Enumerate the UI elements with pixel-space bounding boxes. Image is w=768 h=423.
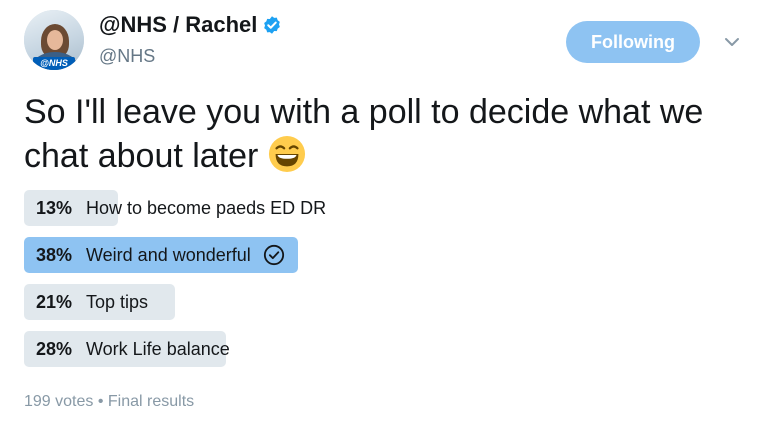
poll-option-label: How to become paeds ED DR xyxy=(86,197,327,218)
poll-option-row: 28% Work Life balance xyxy=(24,331,230,367)
poll-option-row: 21% Top tips xyxy=(24,284,148,320)
check-circle-icon xyxy=(263,244,284,266)
poll-option-percent: 13% xyxy=(36,197,73,218)
grinning-face-icon xyxy=(269,135,306,173)
poll-option: 38% Weird and wonderful xyxy=(24,237,744,273)
poll-meta: 199 votes • Final results xyxy=(24,393,194,411)
avatar-badge: @NHS xyxy=(33,57,75,70)
poll-option-label: Work Life balance xyxy=(86,338,230,359)
poll-option-label: Weird and wonderful xyxy=(86,244,251,265)
author-avatar[interactable]: @NHS xyxy=(24,10,84,70)
poll-option: 28% Work Life balance xyxy=(24,331,744,367)
verified-badge-icon xyxy=(264,16,281,34)
meta-separator: • xyxy=(97,393,104,410)
author-name-row[interactable]: @NHS / Rachel xyxy=(99,12,282,38)
poll-option: 21% Top tips xyxy=(24,284,744,320)
tweet-body: So I'll leave you with a poll to decide … xyxy=(24,93,704,175)
chevron-down-icon[interactable] xyxy=(724,36,740,48)
poll-option-row: 13% How to become paeds ED DR xyxy=(24,190,326,226)
avatar-face xyxy=(47,30,63,50)
author-handle[interactable]: @NHS xyxy=(99,46,155,67)
poll-option-label: Top tips xyxy=(86,291,149,312)
poll-option-row: 38% Weird and wonderful xyxy=(24,237,285,273)
author-display-name[interactable]: @NHS / Rachel xyxy=(99,12,257,38)
tweet-text: So I'll leave you with a poll to decide … xyxy=(24,90,744,178)
poll: 13% How to become paeds ED DR 38% Weird … xyxy=(24,190,744,378)
poll-option-percent: 21% xyxy=(36,291,73,312)
following-button[interactable]: Following xyxy=(566,21,700,63)
poll-option-percent: 38% xyxy=(36,244,73,265)
poll-option-percent: 28% xyxy=(36,338,73,359)
poll-vote-count: 199 votes xyxy=(24,393,94,410)
poll-status: Final results xyxy=(107,393,195,410)
poll-option: 13% How to become paeds ED DR xyxy=(24,190,744,226)
